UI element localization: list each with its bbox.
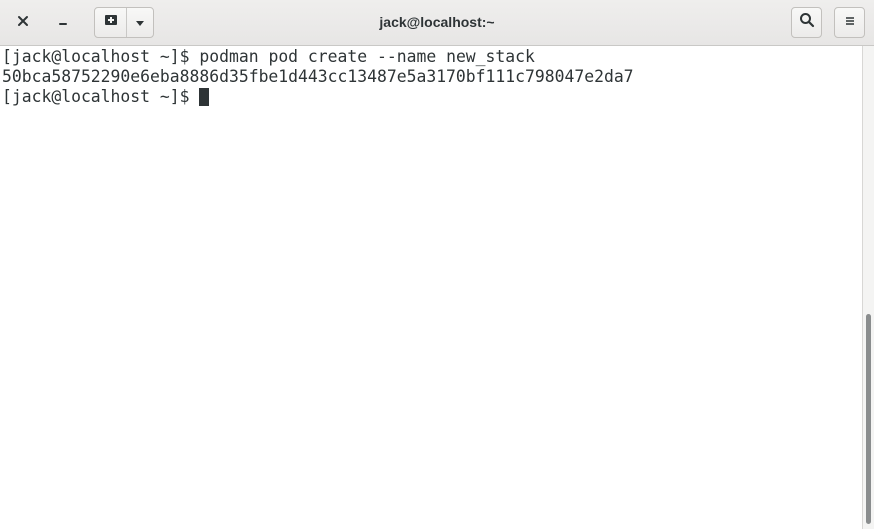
close-button[interactable] (7, 7, 38, 38)
command-text: podman pod create --name new_stack (199, 47, 535, 66)
new-tab-button[interactable] (95, 8, 127, 37)
terminal-line: 50bca58752290e6eba8886d35fbe1d443cc13487… (2, 67, 862, 87)
terminal-output[interactable]: [jack@localhost ~]$ podman pod create --… (0, 46, 862, 529)
terminal-line: [jack@localhost ~]$ (2, 87, 862, 107)
shell-prompt: [jack@localhost ~]$ (2, 47, 200, 66)
close-icon (17, 14, 29, 32)
scrollbar[interactable] (862, 46, 874, 529)
minimize-button[interactable] (47, 7, 78, 38)
new-tab-icon (103, 12, 119, 33)
chevron-down-icon (135, 14, 145, 32)
new-tab-button-group (94, 7, 154, 38)
text-cursor (199, 88, 210, 106)
terminal-window: jack@localhost:~ [jack@localhost ~]$ pod… (0, 0, 874, 529)
new-tab-dropdown-button[interactable] (127, 8, 153, 37)
hamburger-menu-icon (844, 14, 856, 32)
minimize-icon (57, 14, 69, 32)
shell-prompt: [jack@localhost ~]$ (2, 87, 200, 106)
menu-button[interactable] (834, 7, 865, 38)
terminal-line: [jack@localhost ~]$ podman pod create --… (2, 47, 862, 67)
header-bar: jack@localhost:~ (0, 0, 874, 46)
scrollbar-thumb[interactable] (866, 314, 871, 524)
search-icon (799, 12, 815, 33)
search-button[interactable] (791, 7, 822, 38)
output-text: 50bca58752290e6eba8886d35fbe1d443cc13487… (2, 67, 634, 86)
